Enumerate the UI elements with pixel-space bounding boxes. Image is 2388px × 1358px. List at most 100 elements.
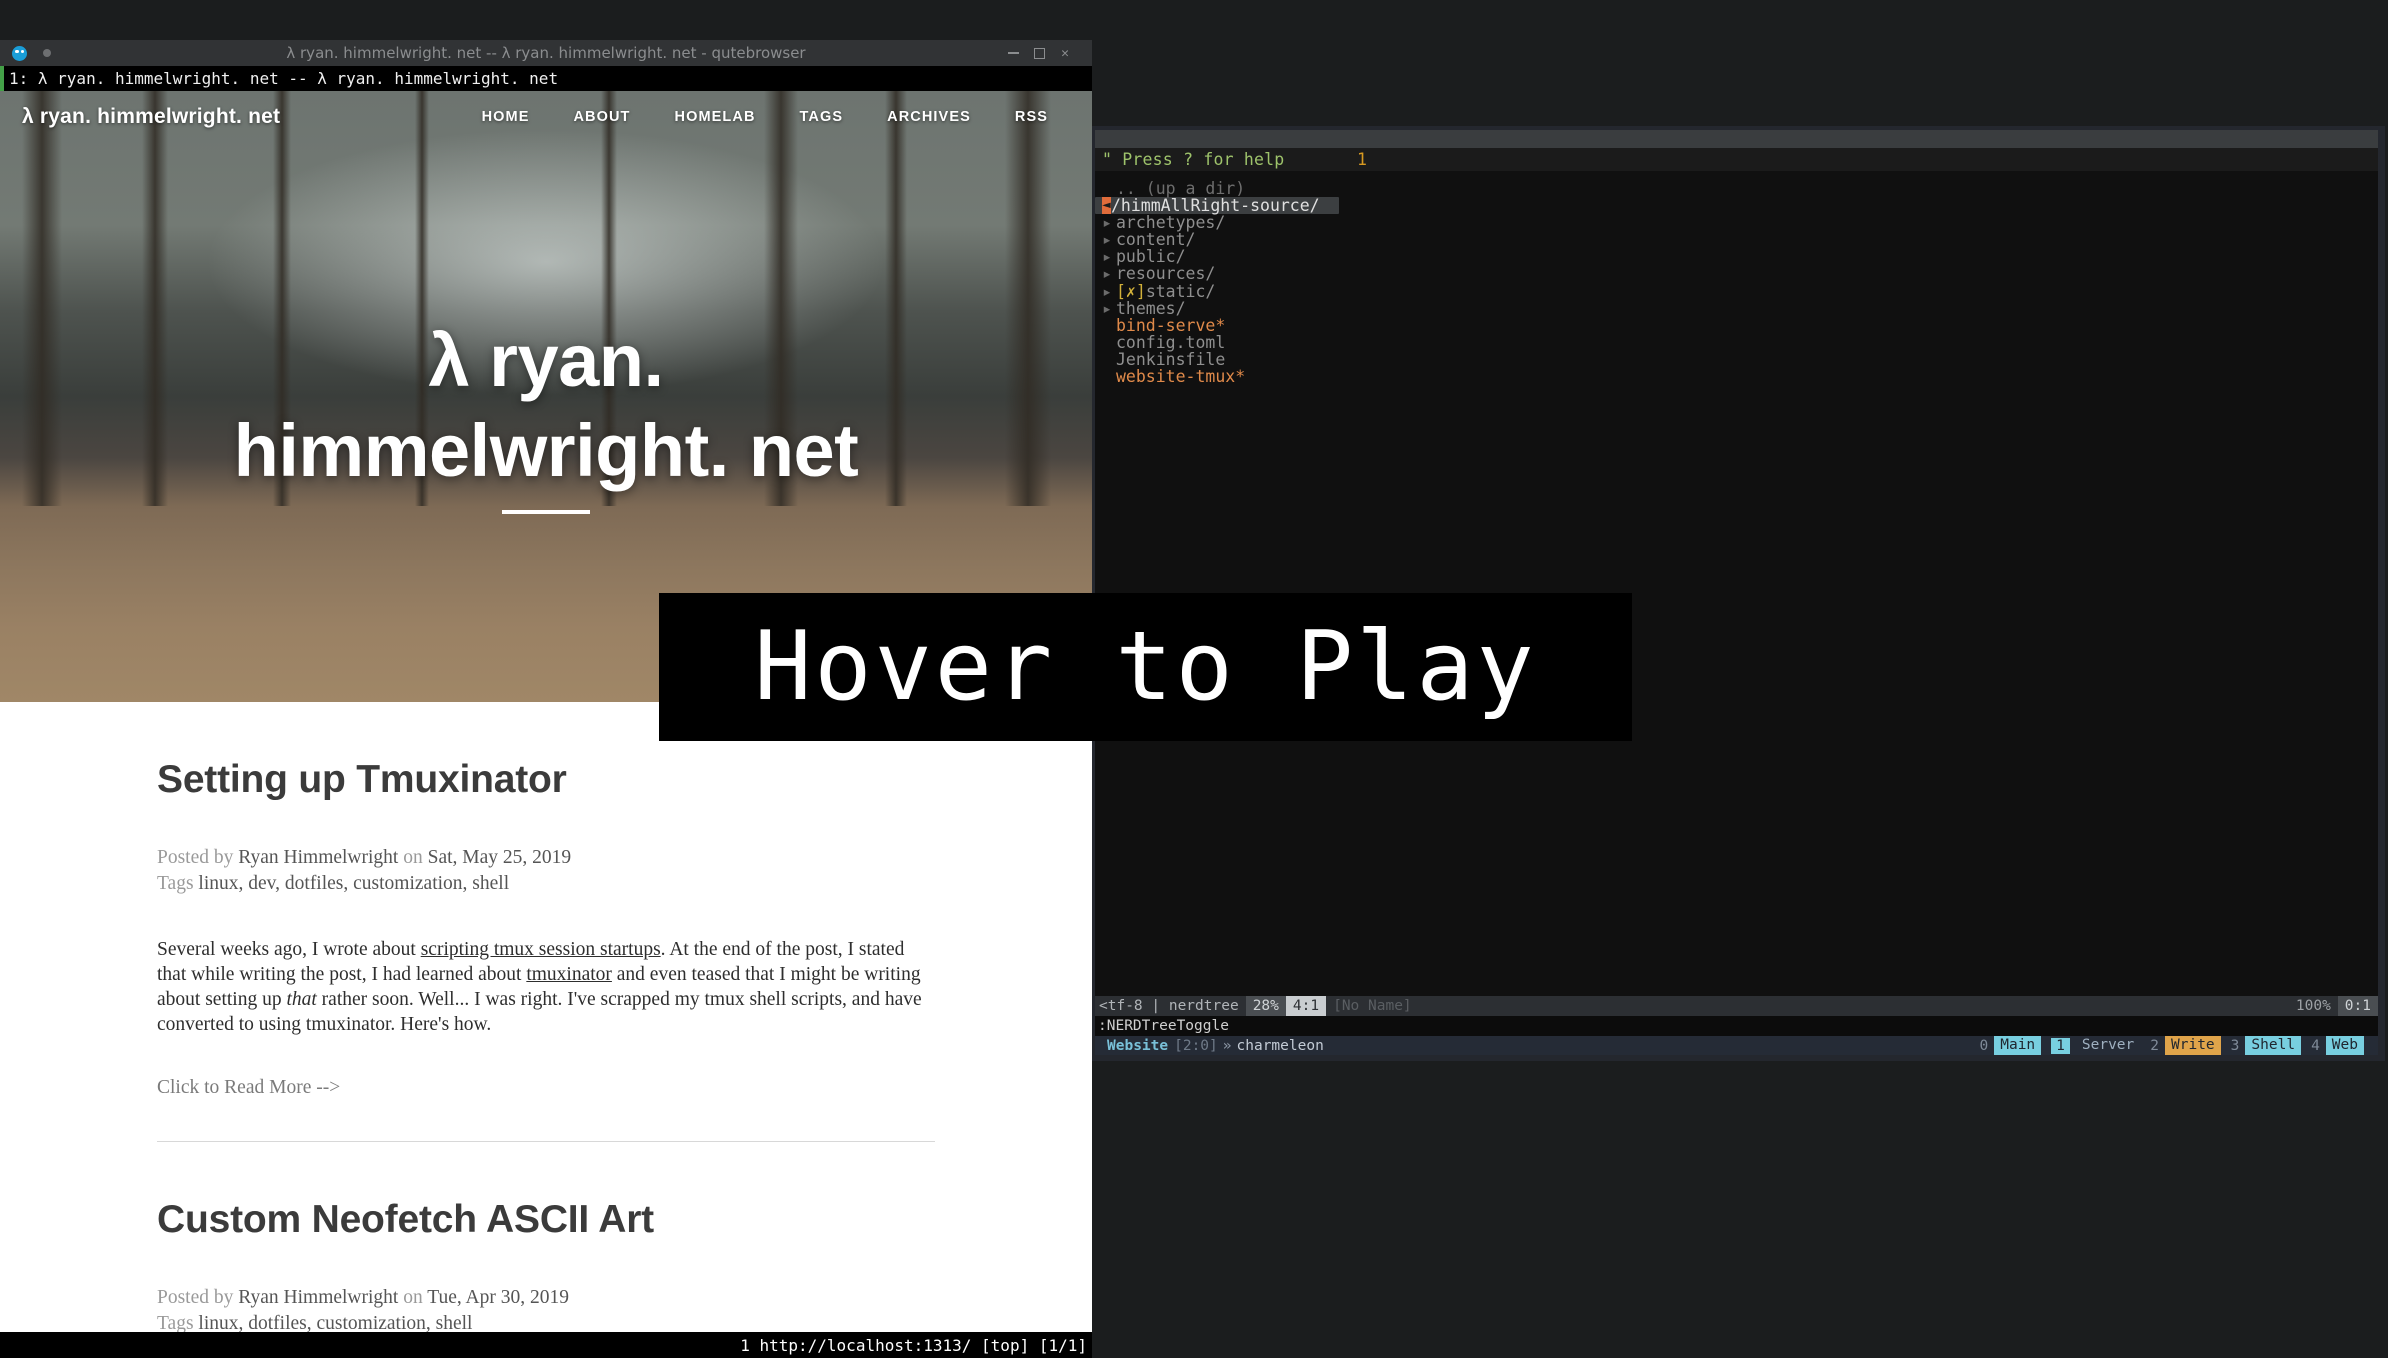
nerdtree-row-label: .. (up a dir): [1116, 179, 1246, 198]
vim-position-segment: 4:1: [1285, 996, 1327, 1016]
excerpt-link-scripting-tmux[interactable]: scripting tmux session startups: [421, 939, 661, 960]
tmux-window-label: Write: [2165, 1036, 2221, 1055]
post-meta: Posted by Ryan Himmelwright on Sat, May …: [157, 845, 935, 897]
excerpt-emphasis: that: [286, 989, 317, 1010]
nav-link-about[interactable]: ABOUT: [573, 109, 630, 125]
vim-right-percent: 100%: [2288, 996, 2338, 1016]
site-nav-links[interactable]: HOME ABOUT HOMELAB TAGS ARCHIVES RSS: [482, 109, 1070, 125]
tmux-window-label: Main: [1994, 1036, 2042, 1055]
post-byline: Posted by Ryan Himmelwright on Tue, Apr …: [157, 1285, 935, 1311]
tab-1[interactable]: 1: λ ryan. himmelwright. net -- λ ryan. …: [4, 69, 558, 88]
posted-by-label: Posted by: [157, 1287, 234, 1308]
nerdtree-expand-arrow-icon: ▸: [1102, 230, 1112, 250]
hero-divider-rule: [502, 510, 590, 514]
nerdtree-ignored-flag-icon: [✗]: [1116, 281, 1146, 301]
tmux-window-label: Web: [2325, 1036, 2364, 1055]
post-list: Setting up Tmuxinator Posted by Ryan Him…: [0, 702, 1092, 1332]
maximize-button[interactable]: [1026, 40, 1052, 66]
nav-link-rss[interactable]: RSS: [1015, 109, 1048, 125]
hero-title-line-1: λ ryan.: [428, 319, 664, 402]
nerdtree-row[interactable]: ▸ resources/: [1095, 265, 2378, 282]
nerdtree-row[interactable]: bind-serve*: [1095, 317, 2378, 334]
tmux-window-server[interactable]: 1 Server: [2051, 1036, 2140, 1055]
post-tags[interactable]: linux, dev, dotfiles, customization, she…: [198, 873, 509, 894]
vim-percent-segment: 28%: [1245, 996, 1286, 1016]
nerdtree-row[interactable]: website-tmux*: [1095, 368, 2378, 385]
qutebrowser-statusbar: 1 http://localhost:1313/ [top] [1/1]: [0, 1332, 1092, 1358]
nav-link-tags[interactable]: TAGS: [800, 109, 844, 125]
tmux-window-index: 2: [2150, 1037, 2160, 1054]
tmux-separator-icon: »: [1222, 1037, 1232, 1054]
nav-link-home[interactable]: HOME: [482, 109, 530, 125]
qutebrowser-tabbar[interactable]: 1: λ ryan. himmelwright. net -- λ ryan. …: [0, 66, 1092, 91]
hero-title-line-2: himmelwright. net: [233, 409, 859, 492]
nerdtree-row-label: public/: [1116, 247, 1186, 267]
tmux-pane-count: [2:0]: [1174, 1037, 1218, 1054]
nerdtree-expand-arrow-icon: ▸: [1102, 298, 1112, 318]
nerdtree-cursor-icon: ◄: [1102, 197, 1111, 215]
posted-by-label: Posted by: [157, 847, 234, 868]
nerdtree-row[interactable]: Jenkinsfile: [1095, 351, 2378, 368]
tags-label: Tags: [157, 873, 194, 894]
nerdtree-row[interactable]: ▸ themes/: [1095, 300, 2378, 317]
post-meta: Posted by Ryan Himmelwright on Tue, Apr …: [157, 1285, 935, 1332]
nerdtree-help-text: " Press ? for help: [1102, 150, 1285, 169]
tags-label: Tags: [157, 1313, 194, 1332]
tmux-window-index: 1: [2051, 1037, 2070, 1054]
post-tags[interactable]: linux, dotfiles, customization, shell: [198, 1313, 472, 1332]
tmux-window-shell[interactable]: 3 Shell: [2231, 1036, 2302, 1055]
read-more-link[interactable]: Click to Read More -->: [157, 1077, 935, 1099]
nav-link-archives[interactable]: ARCHIVES: [887, 109, 971, 125]
tmux-status-bar: Website [2:0] » charmeleon 0 Main 1 Server 2…: [1095, 1036, 2378, 1055]
nerdtree-help-number: 1: [1357, 150, 1367, 169]
nerdtree-expand-arrow-icon: ▸: [1102, 281, 1112, 301]
close-icon[interactable]: ✕: [1052, 40, 1078, 66]
terminal-top-strip: [1095, 130, 2378, 148]
post-item: Custom Neofetch ASCII Art Posted by Ryan…: [157, 1142, 935, 1332]
hero-heading-block: λ ryan. himmelwright. net: [0, 316, 1092, 514]
tmux-hostname: charmeleon: [1236, 1037, 1324, 1054]
tmux-window-list[interactable]: 0 Main 1 Server 2 Write 3 Shell 4 Web: [1970, 1036, 2379, 1055]
tmux-window-write[interactable]: 2 Write: [2150, 1036, 2221, 1055]
site-navbar: λ ryan. himmelwright. net HOME ABOUT HOMEL…: [0, 91, 1092, 143]
post-date: Tue, Apr 30, 2019: [427, 1287, 570, 1308]
desktop-root: " Press ? for help 1 .. (up a dir) ◄/himm…: [0, 0, 2388, 1358]
vim-right-position: 0:1: [2337, 996, 2378, 1016]
nerdtree-row-label: content/: [1116, 230, 1196, 250]
site-brand[interactable]: λ ryan. himmelwright. net: [22, 105, 280, 129]
post-author: Ryan Himmelwright: [238, 847, 399, 868]
post-tags-line: Tags linux, dotfiles, customization, she…: [157, 1311, 935, 1332]
nerdtree-row[interactable]: ▸ [✗] static/: [1095, 281, 2378, 301]
post-title[interactable]: Custom Neofetch ASCII Art: [157, 1198, 935, 1242]
hover-to-play-label: Hover to Play: [754, 611, 1537, 722]
post-excerpt: Several weeks ago, I wrote about scripti…: [157, 937, 935, 1037]
excerpt-link-tmuxinator[interactable]: tmuxinator: [526, 964, 612, 985]
nerdtree-row[interactable]: .. (up a dir): [1095, 180, 2378, 197]
nerdtree-file-list[interactable]: .. (up a dir) ◄/himmAllRight-source/▸ arch…: [1095, 180, 2378, 385]
nerdtree-row-label: resources/: [1116, 264, 1216, 284]
nerdtree-row-label: static/: [1145, 281, 1216, 301]
post-on-label: on: [403, 847, 423, 868]
nerdtree-row[interactable]: ▸ archetypes/: [1095, 214, 2378, 231]
nerdtree-expand-arrow-icon: ▸: [1102, 213, 1112, 233]
post-item: Setting up Tmuxinator Posted by Ryan Him…: [157, 702, 935, 1142]
hover-to-play-overlay[interactable]: Hover to Play: [659, 593, 1632, 741]
tmux-window-label: Shell: [2245, 1036, 2302, 1055]
nerdtree-row[interactable]: ▸ public/: [1095, 248, 2378, 265]
minimize-button[interactable]: [1000, 40, 1026, 66]
nerdtree-row[interactable]: ◄/himmAllRight-source/: [1095, 197, 1339, 214]
tmux-window-main[interactable]: 0 Main: [1980, 1036, 2042, 1055]
tmux-session-name: Website: [1107, 1037, 1169, 1054]
nerdtree-row-label: website-tmux*: [1116, 367, 1246, 387]
nerdtree-expand-arrow-icon: ▸: [1102, 247, 1112, 267]
tmux-window-index: 0: [1979, 1037, 1989, 1054]
post-author: Ryan Himmelwright: [238, 1287, 399, 1308]
nav-link-homelab[interactable]: HOMELAB: [675, 109, 756, 125]
nerdtree-row-label: archetypes/: [1116, 213, 1226, 233]
vim-command-line[interactable]: :NERDTreeToggle: [1095, 1016, 2378, 1036]
tmux-window-web[interactable]: 4 Web: [2311, 1036, 2364, 1055]
nerdtree-row[interactable]: config.toml: [1095, 334, 2378, 351]
qutebrowser-titlebar[interactable]: λ ryan. himmelwright. net -- λ ryan. him…: [0, 40, 1092, 66]
nerdtree-row[interactable]: ▸ content/: [1095, 231, 2378, 248]
post-title[interactable]: Setting up Tmuxinator: [157, 758, 935, 802]
